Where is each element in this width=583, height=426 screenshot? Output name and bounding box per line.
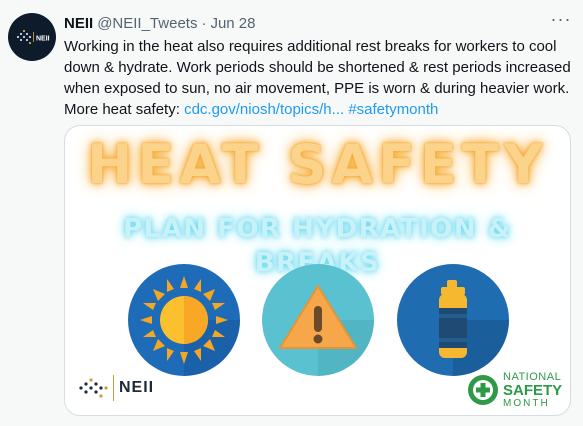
sun-icon (140, 276, 240, 376)
nsm-line2: SAFETY (503, 381, 563, 399)
card-title: HEAT SAFETY (87, 133, 548, 196)
more-options-icon[interactable]: ··· (549, 10, 573, 32)
neii-dots-icon (79, 378, 108, 398)
tweet-date[interactable]: Jun 28 (210, 15, 255, 32)
avatar[interactable]: NEII (8, 13, 56, 61)
warning-icon (279, 285, 374, 376)
water-bottle-icon (439, 280, 509, 376)
hashtag-link[interactable]: #safetymonth (348, 101, 438, 118)
tweet[interactable]: NEII NEII @NEII_Tweets · Jun 28 ··· Work… (0, 0, 583, 426)
neii-logo: NEII (79, 373, 154, 403)
warning-circle (262, 264, 374, 376)
nsm-line1: NATIONAL (503, 370, 562, 383)
separator: · (201, 14, 207, 32)
author-name[interactable]: NEII (64, 15, 93, 32)
svg-text:NEII: NEII (36, 36, 50, 43)
neii-logo-icon: NEII (16, 29, 50, 45)
safety-cross-seal-icon (468, 375, 498, 405)
tweet-link[interactable]: cdc.gov/niosh/topics/h... (184, 101, 344, 118)
bottle-circle (397, 264, 509, 376)
author-handle[interactable]: @NEII_Tweets (97, 15, 197, 32)
nsm-line3: MONTH (503, 397, 550, 409)
tweet-text: Working in the heat also requires additi… (64, 36, 574, 120)
nsm-text: NATIONAL SAFETY MONTH (503, 371, 562, 410)
logo-divider (113, 375, 114, 401)
national-safety-month-logo: NATIONAL SAFETY MONTH (467, 370, 562, 410)
neii-logo-text: NEII (119, 379, 155, 396)
sun-circle (128, 264, 240, 376)
tweet-header: NEII @NEII_Tweets · Jun 28 (64, 14, 256, 32)
media-card[interactable]: HEAT SAFETY PLAN FOR HYDRATION & BREAKS (64, 125, 571, 416)
